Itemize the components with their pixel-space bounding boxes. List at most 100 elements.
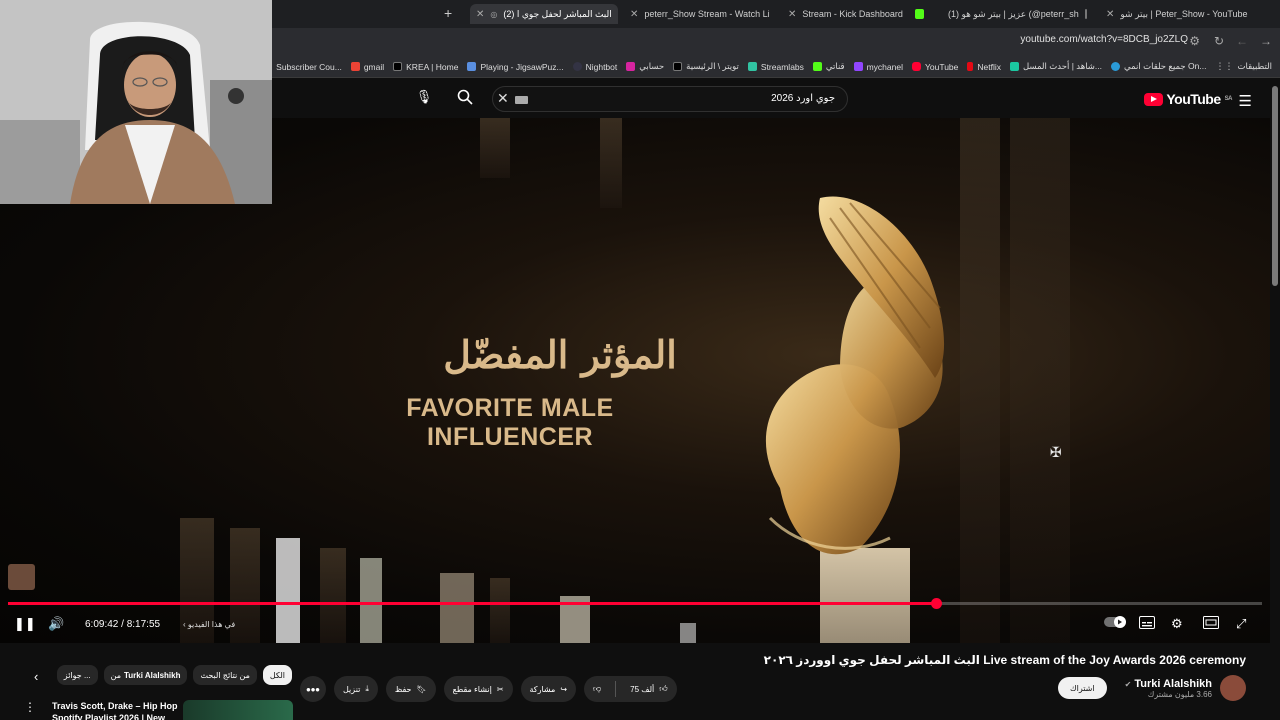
clear-search-icon[interactable]: ✕ <box>497 90 509 107</box>
bookmark-nightbot[interactable]: Nightbot <box>572 62 617 72</box>
url-field[interactable]: youtube.com/watch?v=8DCB_jo2ZLQ <box>1020 34 1188 45</box>
mouse-cursor-icon: ✠ <box>1050 444 1062 460</box>
time-display: 6:09:42 / 8:17:55 <box>85 619 161 630</box>
youtube-play-icon <box>1144 92 1164 106</box>
settings-icon[interactable]: ⚙ <box>1171 616 1183 632</box>
site-settings-icon[interactable]: ⚙ <box>1189 34 1200 48</box>
streamer-avatar-thumbnail <box>8 564 35 590</box>
channel-avatar[interactable] <box>1220 675 1246 701</box>
share-icon: ↪ <box>560 684 568 694</box>
bookmark-apps[interactable]: ⋮⋮ التطبيقات <box>1215 61 1272 72</box>
subscriber-count: 3.66 مليون مشترك <box>1147 689 1212 699</box>
page-scrollbar[interactable] <box>1272 86 1278 286</box>
volume-icon[interactable]: 🔊 <box>48 616 64 632</box>
bookmark-subscriber-count[interactable]: Subscriber Cou... <box>272 62 342 72</box>
subtitles-icon[interactable] <box>1139 616 1155 632</box>
tab-x-profile[interactable]: (1) عزيز | بيتر شو هو (@peterr_sh <box>936 4 1092 24</box>
tab-youtube-channel[interactable]: ✕ بيتر شو | Peter_Show - YouTube <box>1100 4 1256 24</box>
close-icon[interactable]: ✕ <box>1106 9 1114 20</box>
keyboard-icon[interactable] <box>515 96 528 104</box>
bookmark-anime[interactable]: جميع حلقات انمي On... <box>1111 61 1206 72</box>
more-actions-icon[interactable]: ••• <box>300 676 326 702</box>
tab-title: peterr_Show Stream - Watch Li <box>644 9 770 19</box>
tab-kick-watch[interactable]: ✕ peterr_Show Stream - Watch Li <box>624 4 772 24</box>
video-title: البث المباشر لحفل جوي اووردز ٢٠٢٦ Live s… <box>763 653 1246 667</box>
share-button[interactable]: مشاركة ↪ <box>520 676 577 702</box>
new-tab-icon[interactable]: + <box>444 5 452 21</box>
back-icon[interactable]: → <box>1260 34 1272 48</box>
chapter-label[interactable]: في هذا الفيديو › <box>183 620 235 629</box>
tab-joy-awards-live[interactable]: ✕ ◎ (2) البث المباشر لحفل جوي ا <box>470 4 618 24</box>
youtube-logo[interactable]: YouTube SA <box>1144 91 1233 107</box>
apps-grid-icon: ⋮⋮ <box>1215 61 1234 71</box>
progress-scrubber-handle[interactable] <box>930 598 942 609</box>
related-filter-chips: الكل من نتائج البحث من Turki Alalshikh جو… <box>56 665 292 687</box>
clip-button[interactable]: إنشاء مقطع ✂ <box>443 676 513 702</box>
twitch-icon <box>853 62 863 71</box>
chip-awards[interactable]: جوائز ... <box>56 665 98 685</box>
audio-icon: ◎ <box>490 9 498 19</box>
save-button[interactable]: حفظ 🔖︎ <box>385 676 436 702</box>
subscribe-button[interactable]: اشتراك <box>1058 677 1107 699</box>
bookmarks-bar: ⋮⋮ التطبيقات جميع حلقات انمي On... شاهد |… <box>272 56 1280 78</box>
bookmark-jigsaw[interactable]: Playing - JigsawPuz... <box>467 62 564 72</box>
screen: ✕ ◎ (2) البث المباشر لحفل جوي ا + ✕ pete… <box>0 0 1280 720</box>
channel-name[interactable]: ✔︎ Turki Alalshikh <box>1125 678 1212 690</box>
channel-info: ✔︎ Turki Alalshikh 3.66 مليون مشترك اشتر… <box>1058 675 1246 701</box>
streamlabs-icon <box>747 62 757 71</box>
close-icon[interactable]: ✕ <box>630 9 638 20</box>
youtube-icon <box>911 62 921 71</box>
nightbot-icon <box>572 62 582 71</box>
bookmark-krea[interactable]: KREA | Home <box>393 62 458 72</box>
verified-icon: ✔︎ <box>1124 679 1132 689</box>
x-icon <box>673 62 683 71</box>
autoplay-toggle-icon[interactable] <box>1104 616 1126 631</box>
anime-site-icon <box>1111 62 1121 71</box>
suggested-video-title: Travis Scott, Drake – Hip Hop Spotify Pl… <box>52 701 178 720</box>
tab-title: Stream - Kick Dashboard <box>802 9 903 19</box>
bookmark-my-channel-kick[interactable]: قناتي <box>812 61 845 72</box>
thumbs-down-icon: 👎︎ <box>593 684 602 693</box>
like-button[interactable]: 75 ألف 👍︎ <box>621 676 676 702</box>
fullscreen-icon[interactable]: ⤢ <box>1236 616 1246 632</box>
close-icon[interactable]: ✕ <box>476 9 484 20</box>
close-icon[interactable]: ✕ <box>788 9 796 20</box>
chevron-left-icon[interactable]: ‹ <box>34 669 38 684</box>
bookmark-netflix[interactable]: Netflix <box>967 62 1001 72</box>
forward-icon[interactable]: ← <box>1236 34 1248 48</box>
download-button[interactable]: تنزيل ⤓ <box>334 676 378 702</box>
suggested-video[interactable]: ⋮ Travis Scott, Drake – Hip Hop Spotify … <box>18 700 298 720</box>
tab-title: (1) عزيز | بيتر شو هو (@peterr_sh <box>948 8 1079 19</box>
shahid-icon <box>1010 62 1019 71</box>
instagram-icon <box>626 62 636 71</box>
progress-fill <box>8 602 936 605</box>
bookmark-gmail[interactable]: gmail <box>350 62 384 72</box>
microphone-icon[interactable]: 🎙 <box>413 89 435 111</box>
chip-from-channel[interactable]: من Turki Alalshikh <box>103 665 188 685</box>
search-input[interactable]: ✕ جوي اورد 2026 <box>492 86 848 112</box>
more-vert-icon[interactable]: ⋮ <box>24 700 36 714</box>
reload-icon[interactable]: ↻ <box>1214 34 1224 48</box>
thumbs-up-icon: 👍︎ <box>659 684 668 693</box>
dislike-button[interactable]: 👎︎ <box>584 676 610 702</box>
streamer-webcam-image <box>0 0 272 204</box>
tab-title: بيتر شو | Peter_Show - YouTube <box>1120 8 1248 19</box>
kick-icon <box>914 9 924 19</box>
bookmark-mychanel[interactable]: mychanel <box>853 62 903 72</box>
bookmark-shahid[interactable]: شاهد | أحدث المسل... <box>1010 61 1102 72</box>
chip-from-search[interactable]: من نتائج البحث <box>193 665 257 685</box>
bookmark-youtube[interactable]: YouTube <box>911 62 958 72</box>
video-progress-bar[interactable] <box>8 598 1262 609</box>
tab-kick-dashboard[interactable]: ✕ Stream - Kick Dashboard <box>782 4 930 24</box>
miniplayer-icon[interactable] <box>1203 616 1219 632</box>
webcam-overlay <box>0 0 272 204</box>
player-controls: ❚❚ 🔊 6:09:42 / 8:17:55 في هذا الفيديو › … <box>0 612 1270 640</box>
chip-all[interactable]: الكل <box>262 665 292 685</box>
pause-icon[interactable]: ❚❚ <box>14 616 36 632</box>
search-icon[interactable] <box>457 89 479 111</box>
suggested-video-thumbnail <box>183 700 293 720</box>
menu-icon[interactable]: ☰ <box>1239 92 1252 110</box>
bookmark-twitter[interactable]: تويتر \ الرئيسية <box>673 61 739 72</box>
bookmark-streamlabs[interactable]: Streamlabs <box>747 62 804 72</box>
bookmark-instagram[interactable]: حسابي <box>626 61 664 72</box>
